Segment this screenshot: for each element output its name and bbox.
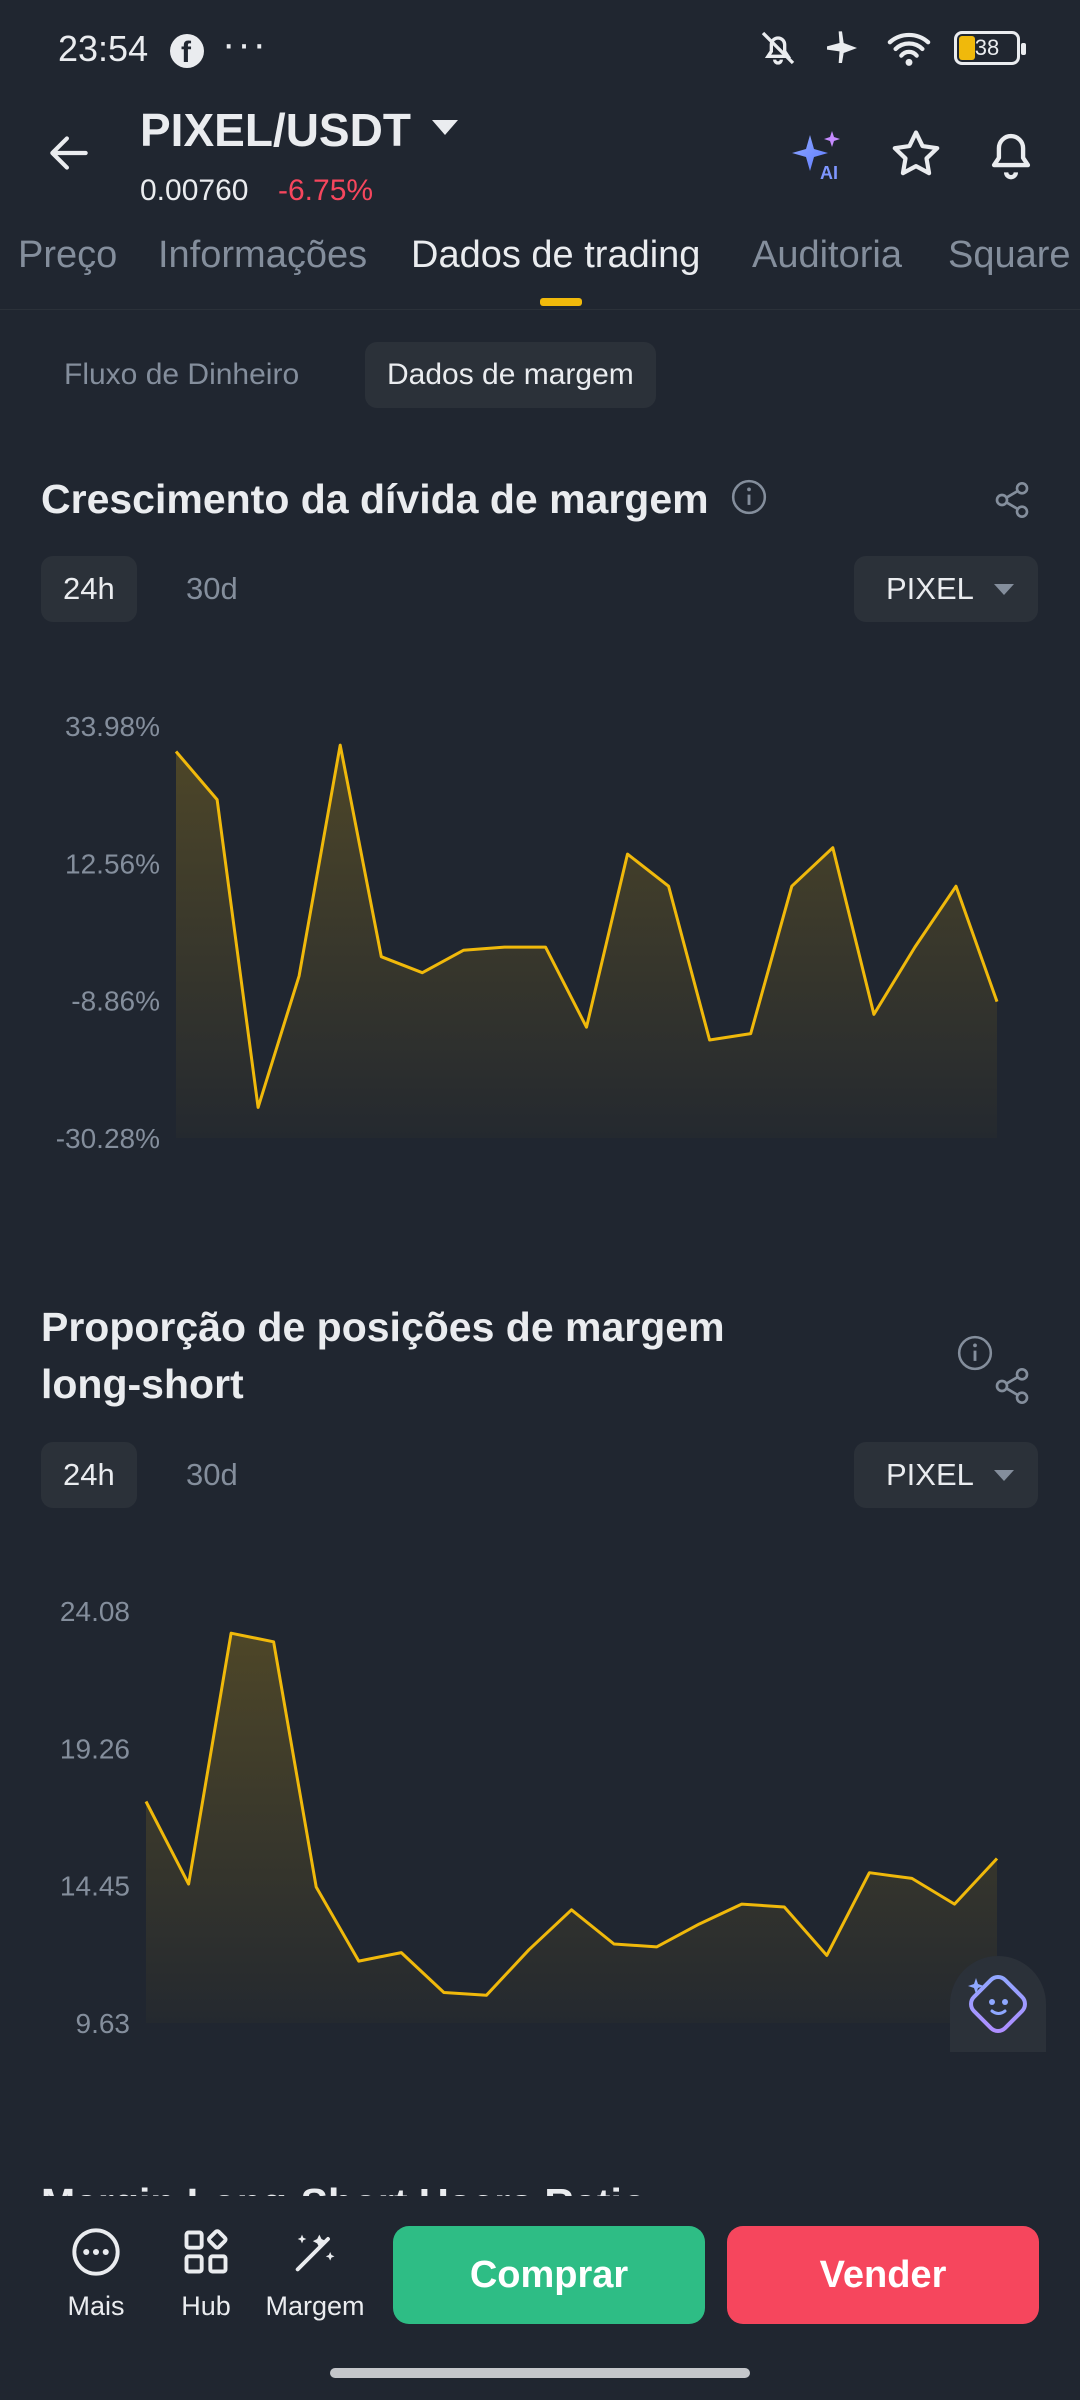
asset-select[interactable]: PIXEL: [854, 1442, 1038, 1508]
airplane-icon: [827, 31, 857, 63]
y-tick-label: 12.56%: [65, 848, 160, 879]
sell-button[interactable]: Vender: [727, 2226, 1039, 2324]
active-tab-indicator: [540, 298, 582, 306]
share-icon[interactable]: [992, 1366, 1032, 1406]
long-short-ratio-chart: 24.08 19.26 14.45 9.63: [0, 1575, 1080, 2055]
nav-more[interactable]: Mais: [41, 2226, 151, 2322]
margin-debt-growth-chart: 33.98% 12.56% -8.86% -30.28%: [0, 690, 1080, 1170]
series-area: [176, 745, 997, 1138]
nav-hub-label: Hub: [181, 2291, 231, 2321]
long-short-ratio-chart-svg: 24.08 19.26 14.45 9.63: [60, 1596, 999, 2039]
range-24h-button[interactable]: 24h: [41, 556, 137, 622]
asset-select[interactable]: PIXEL: [854, 556, 1038, 622]
y-tick-label: 14.45: [60, 1871, 130, 1902]
y-tick-label: -8.86%: [71, 986, 160, 1017]
more-notifications-icon: ···: [222, 22, 268, 66]
y-tick-label: 19.26: [60, 1733, 130, 1764]
status-icons: 38: [758, 28, 1026, 68]
margin-debt-growth-title: Crescimento da dívida de margem: [41, 476, 709, 522]
tab-informacoes[interactable]: Informações: [158, 234, 367, 277]
tab-square[interactable]: Square: [948, 234, 1071, 277]
margin-debt-growth-chart-svg: 33.98% 12.56% -8.86% -30.28%: [56, 711, 999, 1154]
tab-dados-de-trading[interactable]: Dados de trading: [411, 234, 700, 277]
tab-preco[interactable]: Preço: [18, 234, 117, 277]
bell-muted-icon: [761, 31, 795, 65]
more-circle-icon: [72, 2228, 120, 2276]
asset-select-value: PIXEL: [886, 571, 974, 606]
wifi-icon: [887, 32, 931, 66]
y-tick-label: -30.28%: [56, 1123, 160, 1154]
asset-select-value: PIXEL: [886, 1457, 974, 1492]
svg-text:AI: AI: [820, 163, 838, 183]
range-30d-button[interactable]: 30d: [164, 556, 260, 622]
range-30d-button[interactable]: 30d: [164, 1442, 260, 1508]
subtab-dados-de-margem[interactable]: Dados de margem: [365, 342, 656, 408]
assistant-button[interactable]: [950, 1956, 1046, 2052]
nav-more-label: Mais: [67, 2291, 125, 2321]
chevron-down-icon: [994, 1470, 1014, 1481]
status-time: 23:54: [58, 28, 149, 69]
series-area: [146, 1633, 997, 2023]
main-tabs: Preço Informações Dados de trading Audit…: [0, 228, 1080, 310]
buy-button[interactable]: Comprar: [393, 2226, 705, 2324]
price-alert-bell-icon[interactable]: [982, 124, 1040, 182]
long-short-ratio-title-line2: long-short: [41, 1361, 244, 1407]
info-icon[interactable]: [730, 478, 768, 516]
assistant-bot-icon: [968, 1975, 1027, 2033]
long-short-ratio-title-line1: Proporção de posições de margem: [41, 1304, 725, 1350]
y-tick-label: 33.98%: [65, 711, 160, 742]
battery-level: 38: [974, 35, 1000, 60]
pair-title[interactable]: PIXEL/USDT: [140, 103, 411, 157]
subtab-fluxo-de-dinheiro[interactable]: Fluxo de Dinheiro: [42, 342, 321, 408]
share-icon[interactable]: [992, 480, 1032, 520]
range-24h-button[interactable]: 24h: [41, 1442, 137, 1508]
ai-sparkle-icon[interactable]: AI: [790, 127, 846, 183]
chevron-down-icon: [994, 584, 1014, 595]
nav-margin[interactable]: Margem: [260, 2226, 370, 2322]
home-indicator[interactable]: [330, 2368, 750, 2378]
margin-wand-icon: [295, 2234, 335, 2272]
last-price: 0.00760: [140, 174, 249, 207]
hub-grid-icon: [184, 2229, 228, 2274]
nav-margin-label: Margem: [265, 2291, 365, 2321]
nav-hub[interactable]: Hub: [151, 2226, 261, 2322]
favorite-star-icon[interactable]: [888, 126, 944, 182]
back-arrow-icon[interactable]: [44, 128, 94, 178]
info-icon[interactable]: [956, 1334, 994, 1372]
battery-icon: 38: [954, 31, 1026, 65]
y-tick-label: 24.08: [60, 1596, 130, 1627]
y-tick-label: 9.63: [76, 2008, 131, 2039]
tab-auditoria[interactable]: Auditoria: [752, 234, 902, 277]
bottom-action-bar: Mais Hub Margem Comprar Vender: [0, 2196, 1080, 2400]
status-bar: 23:54 f ··· 38: [0, 0, 1080, 100]
price-change: -6.75%: [278, 174, 374, 207]
facebook-icon: f: [170, 34, 204, 69]
pair-dropdown-icon[interactable]: [432, 120, 458, 135]
